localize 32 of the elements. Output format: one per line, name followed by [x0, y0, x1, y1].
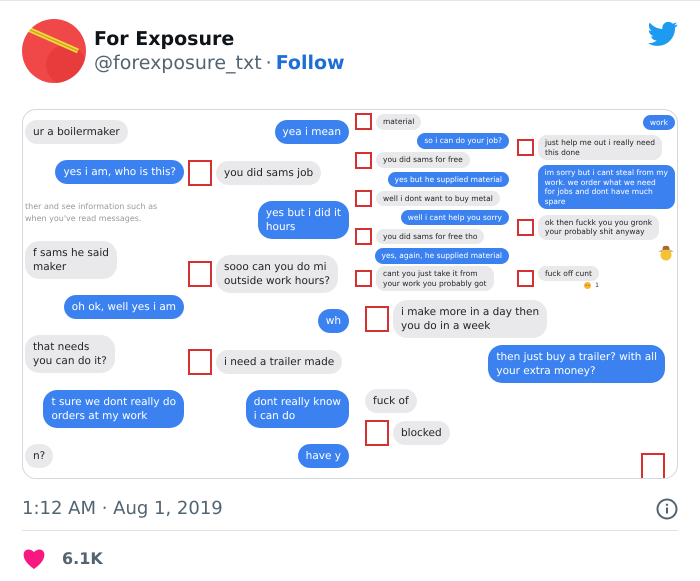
- received-message: i make more in a day then you do in a week: [393, 300, 548, 338]
- like-count: 6.1K: [62, 548, 103, 570]
- sent-message: yes i am, who is this?: [55, 160, 184, 184]
- redaction-box: [641, 452, 665, 478]
- sent-message: then just buy a trailer? with all your extra money?: [488, 344, 665, 383]
- sent-message: have y: [298, 444, 349, 468]
- sent-message: yea i mean: [274, 120, 349, 144]
- received-message: n?: [25, 444, 54, 468]
- received-message: that needs you can do it?: [25, 335, 115, 374]
- received-message: i need a trailer made: [216, 350, 342, 374]
- received-message: f sams he said maker: [25, 240, 117, 279]
- sent-message: oh ok, well yes i am: [64, 295, 184, 320]
- bird-icon[interactable]: [648, 21, 678, 47]
- notice-text: ther and see information such as when you've read messages.: [25, 200, 158, 225]
- heart-icon[interactable]: [22, 548, 46, 570]
- author-handle: @forexposure_txt: [94, 52, 262, 74]
- sent-message: yes but i did it hours: [258, 201, 349, 240]
- follow-link[interactable]: Follow: [276, 52, 345, 74]
- separator: ·: [266, 52, 272, 74]
- sent-message: t sure we dont really do orders at my work: [43, 390, 184, 428]
- received-message: fuck of: [365, 389, 417, 414]
- received-message: you did sams job: [216, 160, 322, 185]
- received-message: ur a boilermaker: [25, 120, 128, 144]
- author-name: For Exposure: [94, 27, 236, 51]
- timestamp-link[interactable]: 1:12 AM · Aug 1, 2019: [22, 495, 223, 522]
- sent-message: dont really know i can do: [246, 390, 349, 428]
- received-message: sooo can you do mi outside work hours?: [216, 255, 338, 294]
- info-icon[interactable]: [656, 498, 678, 520]
- emoji-reaction-icon: [584, 282, 592, 290]
- sent-message: wh: [318, 308, 349, 333]
- received-message: blocked: [393, 421, 450, 446]
- cowboy-emoji-icon: [657, 244, 675, 261]
